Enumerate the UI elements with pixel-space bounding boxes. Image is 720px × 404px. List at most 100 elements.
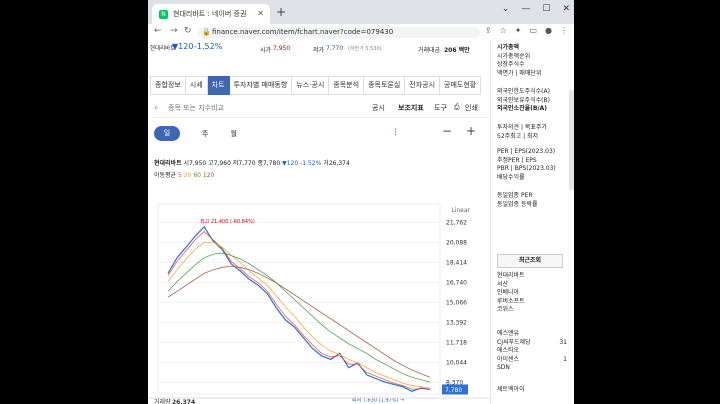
tab-title: 현대리바트 : 네이버 증권 — [173, 10, 247, 18]
price-chart[interactable]: Linear 21,762 20,088 18,414 16,740 15,066 13,3… — [148, 176, 490, 404]
tab-news[interactable]: 뉴스·공시 — [292, 76, 330, 95]
ratio-block: PER | EPS(2023.03) 추정PER | EPS PBR | BPS… — [497, 148, 556, 182]
share-icon[interactable]: ⇪ — [485, 26, 492, 35]
maximize-icon[interactable]: ☐ — [542, 4, 550, 14]
volume-value: 26,374 — [172, 399, 195, 404]
close-window-icon[interactable]: ✕ — [562, 4, 570, 14]
compare-search-row: ⌕ 공시 보조지표 도구 ⎙ 인쇄 — [152, 100, 488, 118]
y-tick-label: 10,044 — [446, 359, 467, 366]
search-icon: ⌕ — [154, 103, 159, 112]
stock-rate: -1.52% — [194, 42, 223, 51]
zoom-in-icon[interactable]: + — [466, 124, 476, 138]
period-selector: 일 주 월 — [154, 126, 237, 141]
volume-label: 거래대금 — [418, 47, 441, 54]
ohlc-volume: 26,374 — [328, 160, 350, 167]
recent-item[interactable]: 루버소프트 — [497, 298, 525, 307]
zoom-out-icon[interactable]: − — [442, 124, 452, 138]
industry-change-label: 동일업종 등락률 — [497, 200, 538, 208]
recent-item[interactable]: SDN — [497, 364, 567, 373]
recent-item-name: 아이센스 — [497, 355, 520, 363]
profile-avatar-icon[interactable]: ● — [545, 26, 552, 35]
recent-item[interactable]: 인베니아 — [497, 289, 525, 298]
reload-icon[interactable]: ↻ — [184, 26, 192, 36]
industry-block: 동일업종 PER 동일업종 등락률 — [497, 192, 538, 209]
low-label: 저가 — [313, 47, 325, 54]
chart-low-label: 최저 7,630 (1.97%) → — [352, 396, 404, 403]
indicator-link[interactable]: 보조지표 — [398, 103, 424, 113]
volume-value: 206 백만 — [444, 47, 470, 54]
right-info-panel: 시가총액 시가총액순위 상장주식수 액면가 | 매매단위 외국인한도주식수(A)… — [490, 40, 574, 404]
ohlc-close: 7,780 — [262, 160, 281, 167]
invest-opinion-label: 투자의견 | 목표주가 — [497, 124, 547, 131]
chevron-down-icon[interactable]: ⌄ — [502, 4, 510, 14]
est-per-label: 추정PER | EPS — [497, 156, 537, 164]
chart-high-label: 최고 21,400 (-60.84%) — [200, 218, 255, 225]
extensions-icon[interactable]: ✦ — [515, 26, 522, 35]
recent-item-name: CJ씨푸드제당 — [497, 338, 531, 346]
back-icon[interactable]: ← — [154, 26, 162, 36]
scale-label: Linear — [451, 207, 470, 214]
right-top-block: 시가총액 시가총액순위 상장주식수 액면가 | 매매단위 — [497, 44, 541, 78]
ohlc-low: 7,770 — [238, 160, 256, 167]
scrollbar[interactable] — [569, 90, 574, 190]
y-tick-label: 16,740 — [446, 279, 467, 286]
market-cap-label: 시가총액 — [497, 44, 520, 51]
tab-disclosure[interactable]: 전자공시 — [405, 76, 441, 95]
disclosure-link[interactable]: 공시 — [372, 103, 385, 113]
tools-link[interactable]: 도구 — [434, 103, 447, 113]
candle-type-icon[interactable]: ⫶ — [394, 126, 397, 140]
stock-change: ▼120 — [172, 42, 194, 51]
page: 현대리바트 ▼120 -1.52% 시가 7,950 저가 7,770 (하한가… — [148, 40, 574, 404]
ohlc-open: 7,950 — [189, 160, 207, 167]
period-week[interactable]: 주 — [202, 129, 208, 139]
compare-search-input[interactable] — [166, 101, 310, 115]
address-bar[interactable]: 🔒 finance.naver.com/item/fchart.naver?co… — [198, 27, 480, 38]
bookmark-star-icon[interactable]: ☆ — [500, 26, 507, 35]
low-limit: (하한가 5,530) — [348, 46, 382, 52]
volume-label: 거래량 — [154, 398, 171, 404]
print-icon[interactable]: ⎙ — [454, 103, 460, 112]
tab-price[interactable]: 시세 — [185, 76, 208, 95]
browser-window: N 현대리바트 : 네이버 증권 ✕ + ⌄ — ☐ ✕ ← → ↻ 🔒 fin… — [148, 0, 574, 404]
shares-label: 상장주식수 — [497, 61, 525, 68]
ohlc-high: 7,960 — [213, 160, 231, 167]
period-day[interactable]: 일 — [154, 126, 180, 141]
period-month[interactable]: 월 — [230, 129, 236, 139]
recent-title[interactable]: 최근조회 — [497, 254, 563, 268]
tab-overview[interactable]: 종합정보 — [150, 76, 186, 95]
recent-item-value: 1 — [563, 355, 567, 363]
recent-list-2: 에스앤유 CJ씨푸드제당 31 에스티오 아이센스 1 SDN — [497, 330, 567, 373]
url-text: finance.naver.com/item/fchart.naver?code… — [212, 28, 394, 36]
close-tab-icon[interactable]: ✕ — [257, 9, 264, 18]
foreign-block: 외국인한도주식수(A) 외국인보유주식수(B) 외국인소진율(B/A) — [497, 88, 550, 114]
plot-area — [157, 203, 441, 395]
tab-investor-trading[interactable]: 투자자별 매매동향 — [229, 76, 293, 95]
recent-item[interactable]: 세트엑아이 — [497, 386, 525, 395]
recent-item[interactable]: CJ씨푸드제당 31 — [497, 339, 567, 348]
recent-item[interactable]: 현대리바트 — [497, 272, 525, 281]
new-tab-icon[interactable]: + — [276, 5, 286, 19]
print-link[interactable]: 인쇄 — [465, 103, 478, 113]
recent-item[interactable]: 에스앤유 — [497, 330, 567, 339]
y-tick-label: 15,066 — [446, 299, 467, 306]
forward-icon[interactable]: → — [170, 26, 178, 36]
recent-item[interactable]: 서산 — [497, 281, 525, 290]
browser-tab[interactable]: N 현대리바트 : 네이버 증권 ✕ — [152, 4, 270, 24]
recent-item[interactable]: 아이센스 1 — [497, 356, 567, 365]
recent-list: 현대리바트 서산 인베니아 루버소프트 코위스 — [497, 272, 525, 315]
tab-chart[interactable]: 차트 — [207, 76, 230, 95]
y-tick-label: 13,392 — [446, 319, 467, 326]
sidebar-icon[interactable]: ▭ — [529, 26, 537, 35]
foreign-rate-label: 외국인소진율(B/A) — [497, 105, 548, 112]
recent-item[interactable]: 에스티오 — [497, 347, 567, 356]
y-tick-label: 18,414 — [446, 259, 467, 266]
tab-short-selling[interactable]: 공매도현황 — [440, 76, 482, 95]
tab-analysis[interactable]: 종목분석 — [329, 76, 365, 95]
naver-favicon-icon: N — [159, 9, 168, 19]
ohlc-change: ▼120 — [282, 160, 299, 167]
minimize-icon[interactable]: — — [521, 4, 530, 14]
tab-discussion[interactable]: 종목토론실 — [364, 76, 406, 95]
low-value: 7,770 — [326, 45, 344, 52]
recent-item[interactable]: 코위스 — [497, 306, 525, 315]
menu-icon[interactable]: ⋮ — [560, 26, 568, 35]
